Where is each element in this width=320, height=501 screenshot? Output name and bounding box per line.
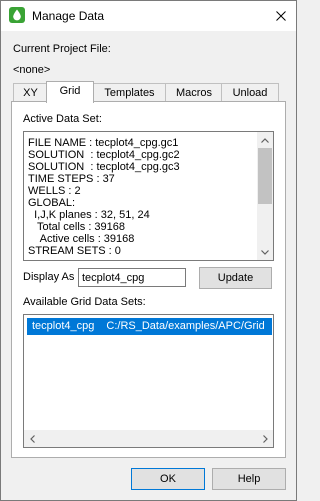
dataset-path: C:/RS_Data/examples/APC/Grid	[106, 320, 265, 332]
tab-grid[interactable]: Grid	[46, 81, 94, 103]
info-line: Active cells : 39168	[28, 233, 135, 245]
tab-templates[interactable]: Templates	[92, 83, 167, 102]
current-project-label: Current Project File:	[13, 43, 111, 55]
scroll-up-button[interactable]	[257, 132, 273, 148]
chevron-up-icon	[261, 137, 269, 143]
display-as-label: Display As	[23, 271, 75, 283]
info-line: WELLS : 2	[28, 185, 81, 197]
active-data-set-label: Active Data Set:	[23, 113, 102, 125]
tab-xy[interactable]: XY	[13, 83, 48, 102]
close-icon	[276, 11, 286, 21]
chevron-left-icon	[29, 434, 35, 443]
drop-icon	[9, 7, 25, 23]
display-as-input[interactable]: tecplot4_cpg	[78, 268, 186, 287]
tab-macros[interactable]: Macros	[165, 83, 223, 102]
scroll-thumb[interactable]	[258, 148, 272, 204]
current-project-value: <none>	[13, 64, 51, 76]
dataset-name: tecplot4_cpg	[32, 320, 95, 332]
info-lines: FILE NAME : tecplot4_cpg.gc1 SOLUTION : t…	[28, 137, 256, 257]
manage-data-dialog: Manage Data Current Project File: <none>…	[0, 0, 297, 501]
update-button[interactable]: Update	[199, 267, 272, 289]
scroll-right-button[interactable]	[257, 430, 273, 447]
info-line: SOLUTION : tecplot4_cpg.gc3	[28, 161, 180, 173]
horizontal-scrollbar[interactable]	[24, 430, 273, 447]
active-data-set-info[interactable]: FILE NAME : tecplot4_cpg.gc1 SOLUTION : t…	[23, 131, 274, 261]
info-line: SOLUTION : tecplot4_cpg.gc2	[28, 149, 180, 161]
chevron-down-icon	[261, 249, 269, 255]
scroll-left-button[interactable]	[24, 430, 40, 447]
close-button[interactable]	[266, 1, 296, 31]
info-line: FILE NAME : tecplot4_cpg.gc1	[28, 137, 179, 149]
info-line: I,J,K planes : 32, 51, 24	[28, 209, 150, 221]
list-item[interactable]: tecplot4_cpg C:/RS_Data/examples/APC/Grid	[27, 318, 272, 335]
ok-button[interactable]: OK	[131, 468, 205, 490]
info-line: STREAM SETS : 0	[28, 245, 121, 257]
vertical-scrollbar[interactable]	[257, 132, 273, 260]
info-line: Total cells : 39168	[28, 221, 126, 233]
help-button[interactable]: Help	[212, 468, 286, 490]
info-line: GLOBAL:	[28, 197, 76, 209]
title-bar[interactable]: Manage Data	[1, 1, 296, 31]
available-grid-list[interactable]: tecplot4_cpg C:/RS_Data/examples/APC/Grid	[23, 314, 274, 448]
info-line: TIME STEPS : 37	[28, 173, 115, 185]
available-grid-label: Available Grid Data Sets:	[23, 296, 146, 308]
window-title: Manage Data	[32, 9, 105, 23]
scroll-down-button[interactable]	[257, 244, 273, 260]
chevron-right-icon	[262, 434, 268, 443]
tab-unload[interactable]: Unload	[221, 83, 279, 102]
